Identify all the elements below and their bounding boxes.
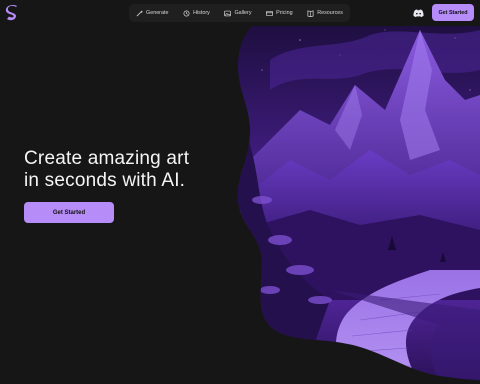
nav-item-label: Gallery (234, 10, 252, 16)
discord-icon[interactable] (413, 9, 424, 18)
nav-item-generate[interactable]: Generate (136, 9, 169, 17)
hero-title-line-1: Create amazing art (24, 148, 190, 169)
magic-wand-icon (136, 9, 143, 16)
get-started-button[interactable]: Get Started (432, 4, 474, 21)
s-logo-icon[interactable] (5, 5, 19, 22)
image-icon (224, 10, 232, 16)
hero-title-line-2: in seconds with AI. (24, 170, 186, 191)
history-icon (183, 10, 190, 16)
nav-item-resources[interactable]: Resources (307, 9, 343, 17)
credit-card-icon (266, 10, 274, 16)
hero-get-started-button[interactable]: Get Started (24, 202, 114, 223)
nav-item-label: Pricing (276, 10, 293, 16)
nav-item-gallery[interactable]: Gallery (224, 10, 252, 17)
nav-item-label: History (193, 10, 210, 16)
hero-artwork (237, 26, 480, 380)
top-navigation: Generate History Gallery Pricing Resourc… (129, 4, 350, 22)
hero-title: Create amazing art in seconds with AI. (24, 148, 224, 192)
nav-item-history[interactable]: History (183, 10, 210, 17)
nav-item-label: Generate (146, 10, 169, 16)
nav-item-pricing[interactable]: Pricing (266, 10, 293, 17)
nav-item-label: Resources (317, 10, 343, 16)
book-icon (307, 9, 314, 17)
